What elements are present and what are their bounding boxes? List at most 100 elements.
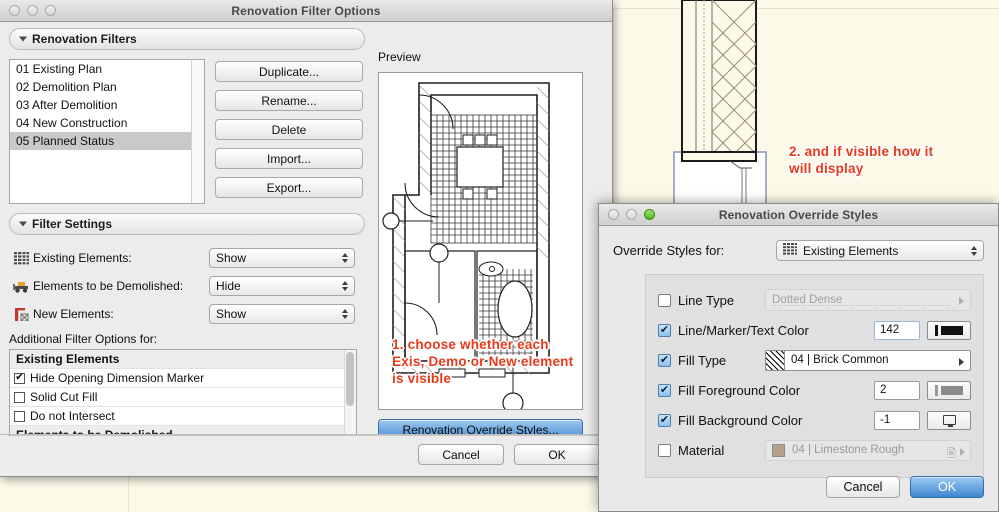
export-button[interactable]: Export... [215,177,363,198]
list-group-header: Existing Elements [10,350,356,369]
fill-foreground-pen-input[interactable]: 2 [874,380,920,400]
line-type-select: Dotted Dense [765,289,971,311]
override-target-select[interactable]: Existing Elements [776,240,984,261]
additional-filter-options-label: Additional Filter Options for: [9,332,158,346]
line-type-row[interactable]: Line Type Dotted Dense [658,285,971,315]
existing-elements-value: Show [216,251,247,265]
color-swatch [941,325,963,335]
brick-wall-icon [9,251,33,265]
fill-type-label: Fill Type [678,352,727,368]
brick-wall-icon [783,243,797,258]
list-item[interactable]: Do not Intersect [10,407,356,426]
filter-actions-column[interactable]: Duplicate... Rename... Delete Import... … [215,59,363,204]
delete-button[interactable]: Delete [215,119,363,140]
checkbox-checked-icon[interactable]: ✔ [658,353,671,367]
ok-button[interactable]: OK [910,476,984,498]
checkbox-checked-icon[interactable]: ✔ [14,372,25,384]
checkbox-icon[interactable] [14,391,25,403]
fill-foreground-color-row[interactable]: ✔ Fill Foreground Color 2 [658,375,971,405]
dotted-line-preview [772,305,952,306]
new-elements-value: Show [216,307,247,321]
fill-type-value: 04 | Brick Common [791,354,889,366]
checkbox-icon[interactable] [658,293,671,307]
override-styles-for-label: Override Styles for: [613,243,725,258]
chevron-right-icon [960,447,965,456]
renovation-filter-options-window[interactable]: Renovation Filter Options Renovation Fil… [0,0,613,477]
duplicate-button[interactable]: Duplicate... [215,61,363,82]
window2-titlebar[interactable]: Renovation Override Styles [599,204,998,226]
hatch-pattern-icon [766,350,785,370]
list-item[interactable]: 02 Demolition Plan [10,78,204,96]
demolished-elements-row[interactable]: Elements to be Demolished: Hide [9,272,365,300]
window2-title: Renovation Override Styles [718,207,879,222]
rename-button[interactable]: Rename... [215,90,363,111]
filters-list-scrollbar[interactable] [191,60,204,203]
demolished-elements-label: Elements to be Demolished: [33,279,184,293]
disclosure-triangle-icon [19,221,27,227]
checkbox-icon[interactable] [658,443,671,457]
list-item[interactable]: 03 After Demolition [10,96,204,114]
material-select: 04 | Limestone Rough 🖹 [765,439,971,461]
document-icon: 🖹 [947,447,956,460]
checkbox-checked-icon[interactable]: ✔ [658,383,671,397]
fill-background-pen-input[interactable]: -1 [874,410,920,430]
checkbox-checked-icon[interactable]: ✔ [658,323,671,337]
material-label: Material [678,442,725,458]
override-styles-for-row: Override Styles for: Existing Elements [613,240,984,261]
line-marker-text-color-row[interactable]: ✔ Line/Marker/Text Color 142 [658,315,971,345]
ok-button[interactable]: OK [514,444,600,465]
cancel-button[interactable]: Cancel [826,476,900,498]
list-item[interactable]: Solid Cut Fill [10,388,356,407]
crane-icon [9,307,33,321]
filter-settings-group-header[interactable]: Filter Settings [9,213,365,235]
list-item[interactable]: ✔ Hide Opening Dimension Marker [10,369,356,388]
fill-foreground-color-label: Fill Foreground Color [678,382,801,398]
chevron-right-icon [959,297,964,305]
window1-title: Renovation Filter Options [231,3,381,18]
preview-title: Preview [378,50,421,64]
renovation-filters-group-header[interactable]: Renovation Filters [9,28,365,50]
line-color-swatch-button[interactable] [927,320,971,340]
list-item[interactable]: 01 Existing Plan [10,60,204,78]
fill-foreground-swatch-button[interactable] [927,380,971,400]
demolished-elements-value: Hide [216,279,241,293]
existing-elements-select[interactable]: Show [209,248,355,268]
checkbox-icon[interactable] [14,410,25,422]
material-row[interactable]: Material 04 | Limestone Rough 🖹 [658,435,971,465]
renovation-filters-list[interactable]: 01 Existing Plan 02 Demolition Plan 03 A… [9,59,205,204]
list-item[interactable]: 04 New Construction [10,114,204,132]
fill-background-swatch-button[interactable] [927,410,971,430]
override-target-value: Existing Elements [803,243,899,258]
renovation-filters-group-label: Renovation Filters [32,32,137,46]
import-button[interactable]: Import... [215,148,363,169]
window1-titlebar[interactable]: Renovation Filter Options [0,0,612,22]
existing-elements-row[interactable]: Existing Elements: Show [9,244,365,272]
chevron-right-icon [959,357,964,366]
pen-width-indicator-icon [935,324,938,336]
fill-background-color-row[interactable]: ✔ Fill Background Color -1 [658,405,971,435]
stepper-arrows-icon [971,245,977,256]
material-value: 04 | Limestone Rough [792,444,905,456]
scrollbar-thumb[interactable] [346,352,354,406]
override-properties-panel: Line Type Dotted Dense ✔ Line/Marker/Tex… [645,274,984,478]
new-elements-select[interactable]: Show [209,304,355,324]
fill-type-select[interactable]: 04 | Brick Common [765,349,971,371]
stepper-arrows-icon [342,253,348,263]
material-swatch [772,443,785,457]
footer-divider [8,435,604,436]
renovation-override-styles-window[interactable]: Renovation Override Styles Override Styl… [598,203,999,512]
line-marker-text-color-label: Line/Marker/Text Color [678,322,809,338]
new-elements-row[interactable]: New Elements: Show [9,300,365,328]
cancel-button[interactable]: Cancel [418,444,504,465]
stepper-arrows-icon [342,309,348,319]
fill-type-row[interactable]: ✔ Fill Type 04 | Brick Common [658,345,971,375]
list-item-label: Hide Opening Dimension Marker [30,371,205,385]
filter-settings-rows: Existing Elements: Show Elements to be D… [9,244,365,328]
fill-background-color-label: Fill Background Color [678,412,803,428]
line-color-pen-input[interactable]: 142 [874,320,920,340]
demolished-elements-select[interactable]: Hide [209,276,355,296]
list-item-selected[interactable]: 05 Planned Status [10,132,204,150]
list-item-label: Solid Cut Fill [30,390,98,404]
checkbox-checked-icon[interactable]: ✔ [658,413,671,427]
pen-width-indicator-icon [935,384,938,396]
